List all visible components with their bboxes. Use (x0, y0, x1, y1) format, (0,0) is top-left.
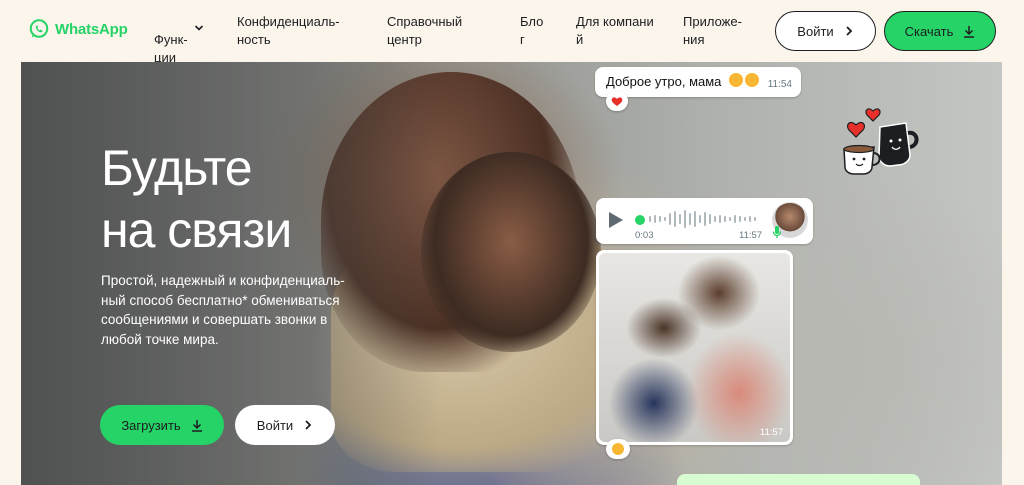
shared-photo[interactable] (599, 253, 790, 442)
header-download-button[interactable]: Скачать (884, 11, 996, 51)
heart-reaction (606, 91, 628, 111)
chat-bubble-greeting: Доброе утро, мама 11:54 (595, 67, 801, 97)
waveform-icon (649, 210, 756, 228)
nav-business[interactable]: Для компани й (576, 13, 654, 49)
chat-bubble-photo: 11:57 (596, 250, 793, 445)
hero-login-button[interactable]: Войти (235, 405, 335, 445)
chevron-right-icon (305, 420, 312, 430)
hero-download-button[interactable]: Загрузить (100, 405, 224, 445)
hero-title: Будьте на связи (101, 140, 292, 258)
emoji-reaction (606, 439, 630, 459)
mic-icon (772, 226, 782, 238)
header-login-button[interactable]: Войти (775, 11, 876, 51)
nav-privacy[interactable]: Конфиденциаль- ность (237, 13, 340, 49)
nav-features-label: Функ- ции (154, 32, 188, 65)
logo-text: WhatsApp (55, 20, 128, 38)
photo-time: 11:57 (759, 427, 783, 438)
play-icon[interactable] (609, 212, 623, 228)
hero-photo-daughter (421, 152, 601, 352)
chat-bubble-partial (677, 474, 920, 485)
whatsapp-logo[interactable]: WhatsApp (28, 18, 128, 40)
nav-help-center[interactable]: Справочный центр (387, 13, 462, 49)
voice-progress-dot[interactable] (635, 215, 645, 225)
header-download-label: Скачать (904, 23, 954, 39)
whatsapp-logo-icon (29, 19, 49, 38)
greeting-time: 11:54 (767, 79, 792, 90)
greeting-text: Доброе утро, мама (606, 74, 722, 89)
voice-duration: 0:03 (635, 230, 654, 241)
hearts-emoji-icon (745, 73, 759, 87)
hero-login-label: Войти (256, 417, 294, 433)
chevron-down-icon (194, 25, 204, 31)
nav-blog[interactable]: Бло г (520, 13, 543, 49)
nav-apps[interactable]: Приложе- ния (683, 13, 742, 49)
smile-emoji-icon (612, 443, 624, 455)
voice-time: 11:57 (739, 230, 763, 241)
site-header: WhatsApp Функ- ции Конфиденциаль- ность … (0, 0, 1024, 65)
heart-icon (611, 96, 623, 106)
chevron-right-icon (846, 26, 852, 36)
download-icon (191, 419, 202, 432)
hero-download-label: Загрузить (121, 417, 181, 433)
chat-bubble-voice-message: 0:03 11:57 (596, 198, 813, 244)
coffee-cups-sticker-icon (843, 108, 919, 175)
hero-subtitle: Простой, надежный и конфиденциаль- ный с… (101, 273, 345, 347)
header-login-label: Войти (797, 23, 834, 39)
smile-emoji-icon (729, 73, 743, 87)
download-icon (964, 25, 975, 38)
